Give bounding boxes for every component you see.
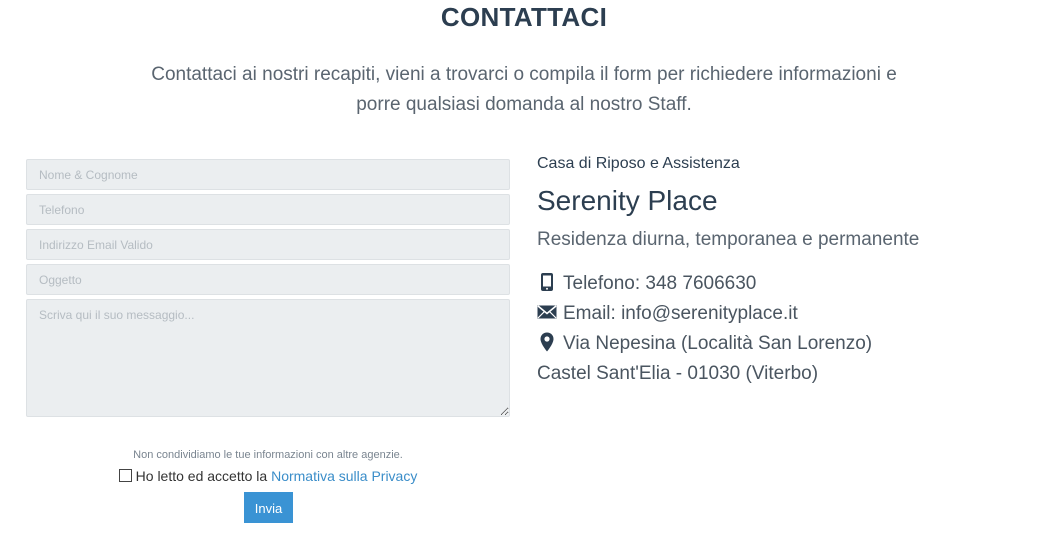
contact-details: Telefono: 348 7606630 Email: info@sereni… [537,269,1017,389]
contact-info: Casa di Riposo e Assistenza Serenity Pla… [537,155,1017,389]
address-line-1: Via Nepesina (Località San Lorenzo) [537,329,1017,359]
map-marker-icon [537,332,557,352]
phone-text: Telefono: 348 7606630 [563,273,757,294]
facility-type: Casa di Riposo e Assistenza [537,155,740,172]
email-input[interactable] [26,229,510,260]
privacy-policy-link[interactable]: Normativa sulla Privacy [271,468,417,484]
name-input[interactable] [26,159,510,190]
address-line-2: Castel Sant'Elia - 01030 (Viterbo) [537,363,819,384]
privacy-consent: Ho letto ed accetto la Normativa sulla P… [26,468,510,484]
message-textarea[interactable] [26,299,510,417]
subject-input[interactable] [26,264,510,295]
email-line: Email: info@serenityplace.it [537,299,1017,329]
contact-form [26,159,510,421]
contact-page: CONTATTACI Contattaci ai nostri recapiti… [0,0,1048,536]
page-title: CONTATTACI [440,2,608,32]
submit-button[interactable]: Invia [244,492,293,523]
phone-line: Telefono: 348 7606630 [537,269,1017,299]
mobile-phone-icon [537,272,557,292]
phone-input[interactable] [26,194,510,225]
intro-text: Contattaci ai nostri recapiti, vieni a t… [100,60,948,120]
intro-line-1: Contattaci ai nostri recapiti, vieni a t… [151,64,897,85]
consent-label: Ho letto ed accetto la [135,468,268,484]
privacy-checkbox[interactable] [118,469,132,482]
envelope-icon [537,302,557,322]
email-text: Email: info@serenityplace.it [563,303,798,324]
privacy-note: Non condividiamo le tue informazioni con… [133,449,403,461]
address-text-1: Via Nepesina (Località San Lorenzo) [563,333,873,354]
facility-tagline: Residenza diurna, temporanea e permanent… [537,229,920,250]
facility-name: Serenity Place [537,185,718,216]
intro-line-2: porre qualsiasi domanda al nostro Staff. [356,94,692,115]
